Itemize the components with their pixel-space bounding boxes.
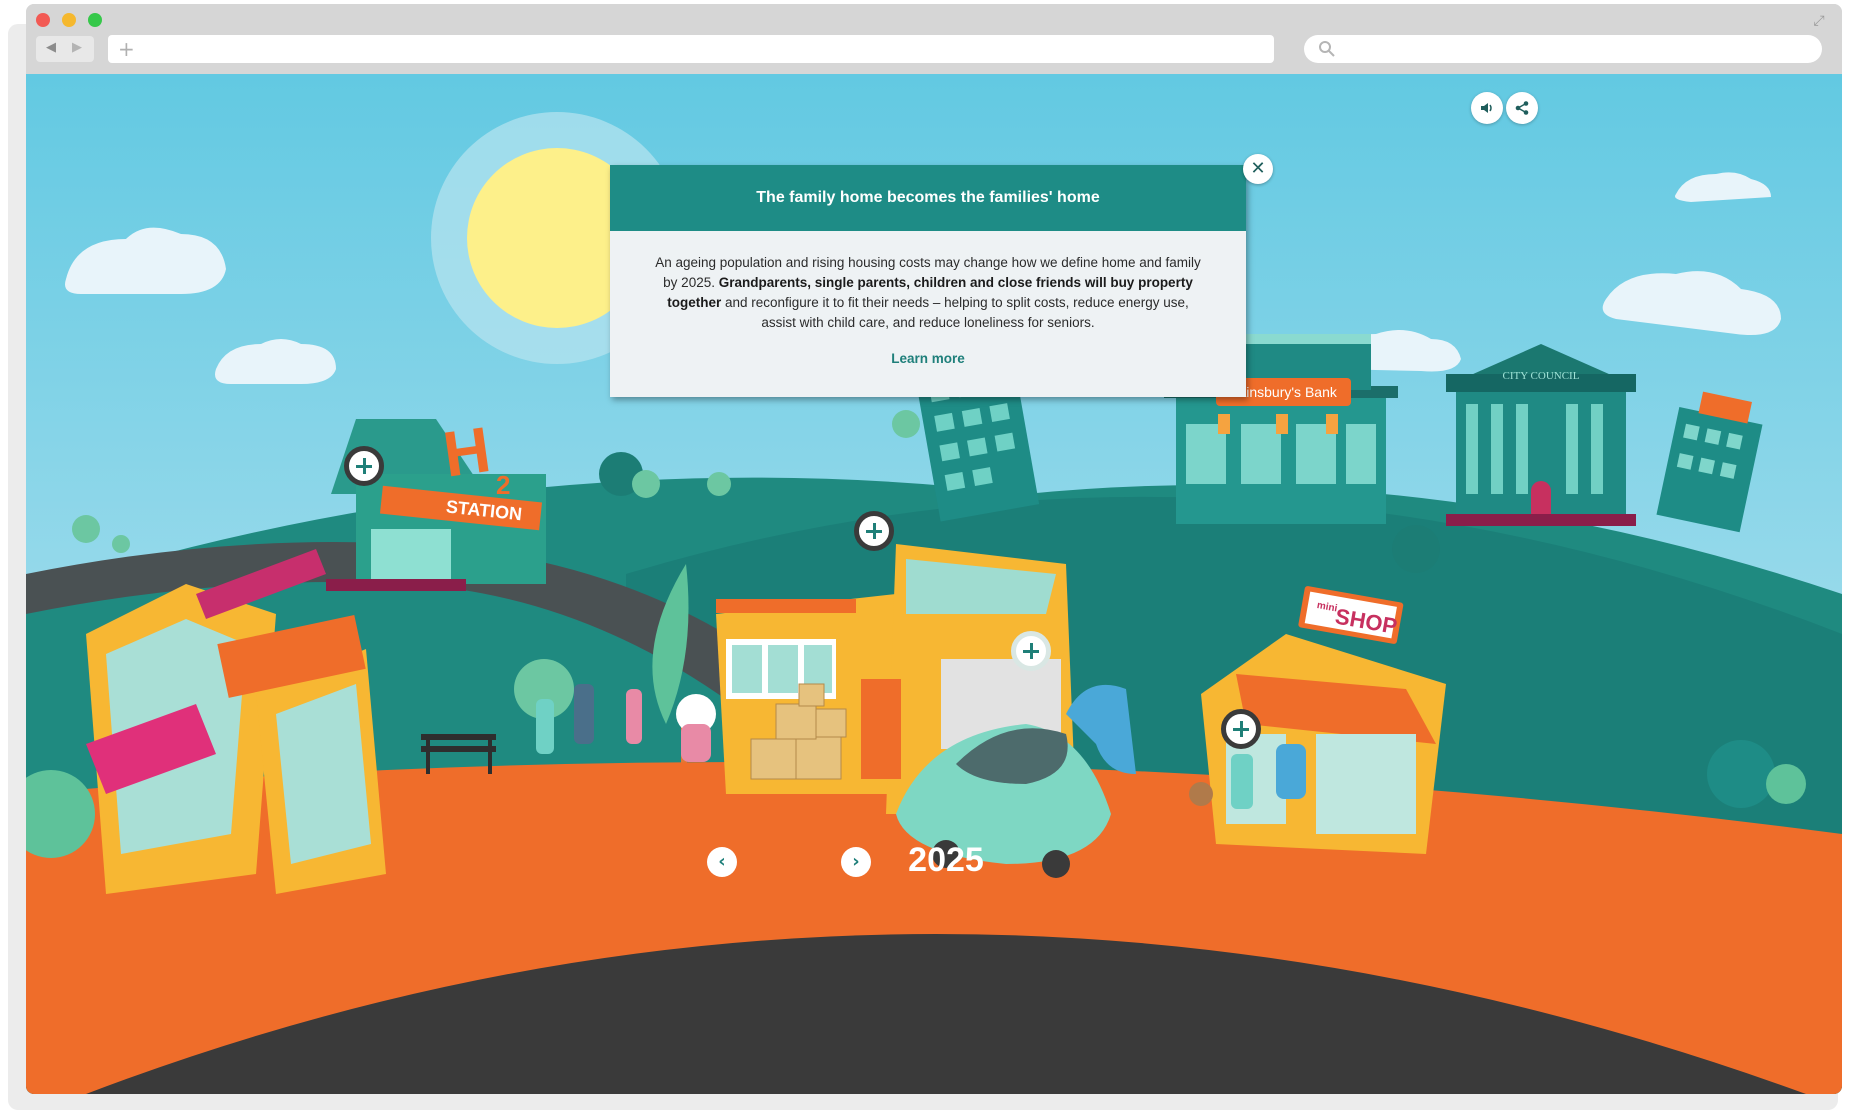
address-bar[interactable]: + <box>108 35 1274 63</box>
year-label: 2025 <box>908 841 984 879</box>
shop-info-hotspot[interactable] <box>1221 709 1261 749</box>
share-button[interactable] <box>1506 92 1538 124</box>
nav-buttons: ◀ ▶ <box>36 36 94 62</box>
browser-titlebar: ⤢ ◀ ▶ + <box>26 4 1842 74</box>
share-icon <box>1515 101 1529 115</box>
garage-info-hotspot[interactable] <box>1011 631 1051 671</box>
house-info-hotspot[interactable] <box>854 511 894 551</box>
popup-body-text-end: and reconfigure it to fit their needs – … <box>721 295 1189 330</box>
speaker-icon <box>1481 103 1492 113</box>
close-window-button[interactable] <box>36 13 50 27</box>
popup-title: The family home becomes the families' ho… <box>610 165 1246 231</box>
learn-more-link[interactable]: Learn more <box>650 349 1206 369</box>
search-icon <box>1319 41 1335 57</box>
forward-button[interactable]: ▶ <box>72 40 82 55</box>
popup-body: An ageing population and rising housing … <box>610 231 1246 369</box>
station-info-hotspot[interactable] <box>344 446 384 486</box>
search-input[interactable] <box>1304 35 1822 63</box>
sound-button[interactable] <box>1471 92 1503 124</box>
close-popup-button[interactable]: ✕ <box>1243 154 1273 184</box>
new-tab-icon[interactable]: + <box>118 38 135 60</box>
prev-year-button[interactable]: ‹ <box>707 847 737 877</box>
svg-text:CITY COUNCIL: CITY COUNCIL <box>1503 370 1580 382</box>
maximize-window-button[interactable] <box>88 13 102 27</box>
svg-text:2: 2 <box>496 470 510 500</box>
fullscreen-icon[interactable]: ⤢ <box>1810 12 1828 30</box>
back-button[interactable]: ◀ <box>46 40 56 55</box>
next-year-button[interactable]: › <box>841 847 871 877</box>
browser-window: ⤢ ◀ ▶ + Sainsbury's Bank CITY COUNCIL ST… <box>26 4 1842 1094</box>
minimize-window-button[interactable] <box>62 13 76 27</box>
illustration-scene: Sainsbury's Bank CITY COUNCIL STATION H … <box>26 74 1842 1094</box>
info-popup: The family home becomes the families' ho… <box>610 165 1246 397</box>
